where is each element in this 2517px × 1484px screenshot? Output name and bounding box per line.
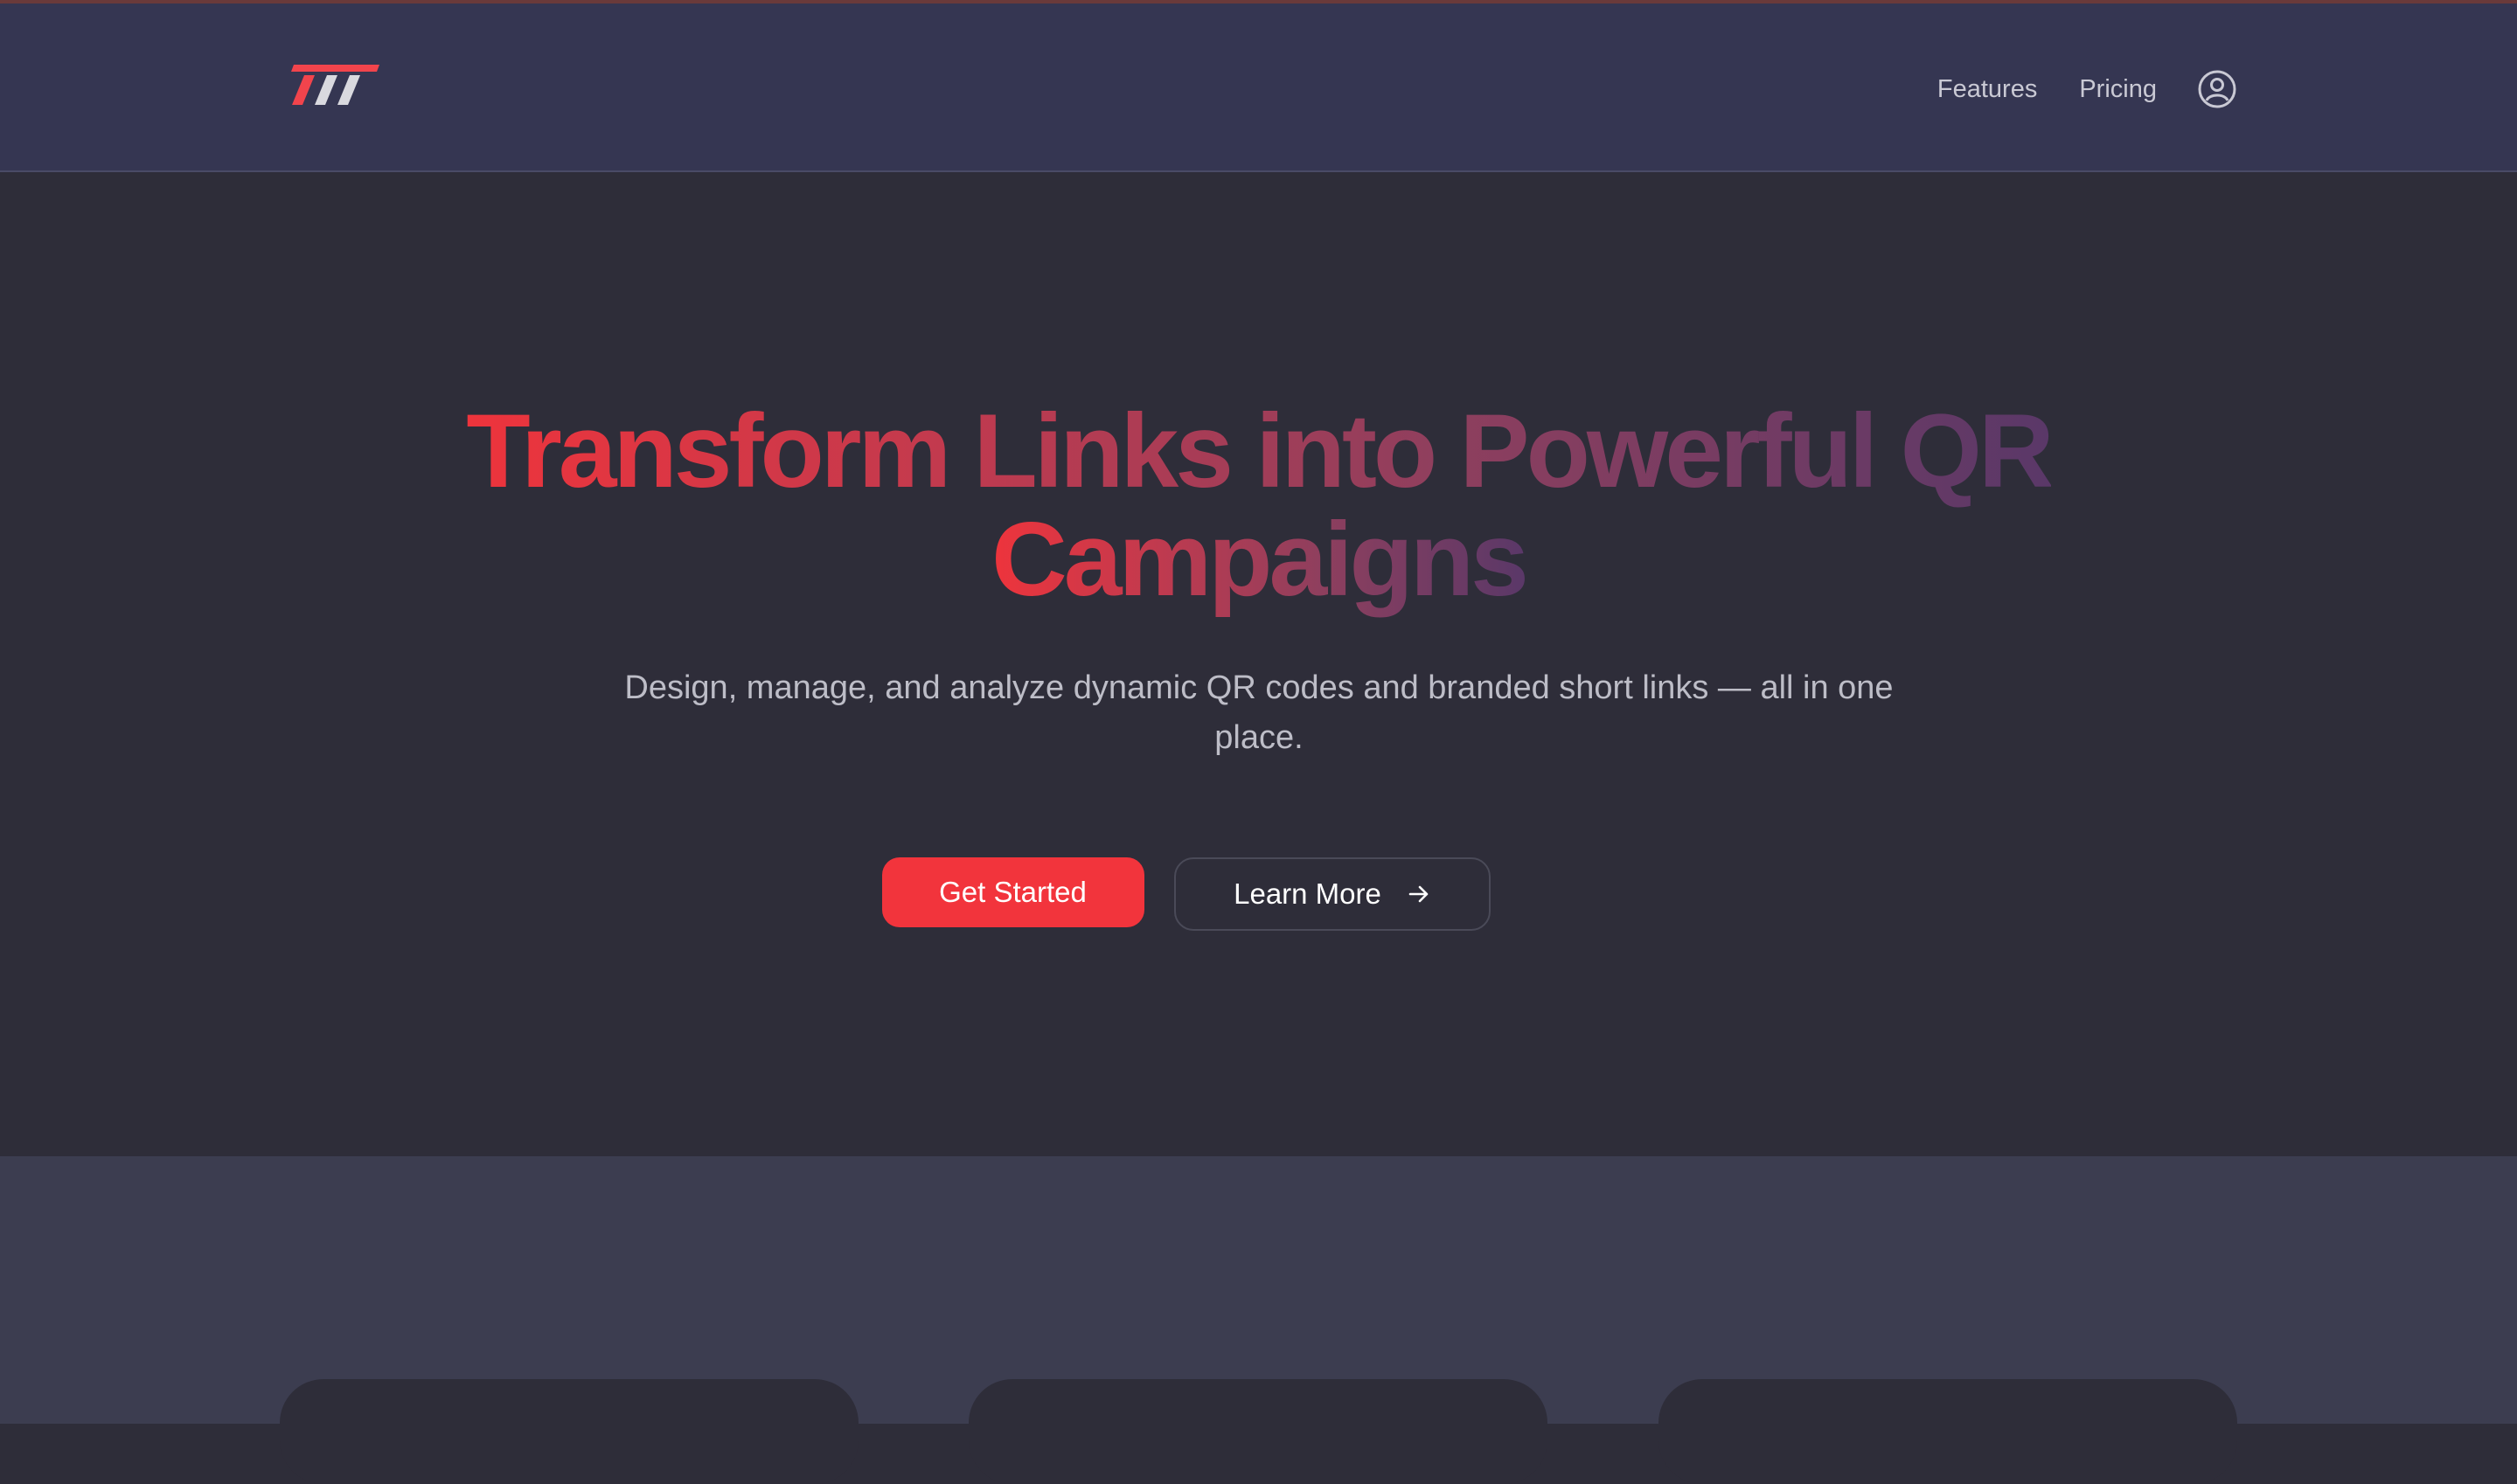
arrow-right-icon	[1408, 885, 1429, 903]
nav-links: Features Pricing	[1895, 63, 2237, 115]
nav-features-link[interactable]: Features	[1937, 75, 2037, 104]
features-section	[0, 1156, 2517, 1484]
feature-card	[280, 1379, 859, 1484]
account-button[interactable]	[2197, 69, 2237, 109]
feature-card	[969, 1379, 1547, 1484]
cta-row: Get Started Learn More	[0, 857, 2517, 931]
learn-more-label: Learn More	[1234, 877, 1381, 910]
hero-section: Transform Links into Powerful QR Campaig…	[0, 174, 2517, 1156]
logo[interactable]	[289, 65, 381, 112]
logo-stripes-icon	[291, 65, 379, 105]
hero-title-line-1: Transform Links into Powerful QR	[466, 392, 2054, 510]
nav-pricing-link[interactable]: Pricing	[2079, 75, 2157, 104]
feature-card	[1658, 1379, 2237, 1484]
navbar: Features Pricing	[0, 3, 2517, 172]
hero-title-line-2: Campaigns	[991, 501, 1529, 618]
get-started-button[interactable]: Get Started	[881, 857, 1144, 927]
hero-subtitle: Design, manage, and analyze dynamic QR c…	[624, 669, 1894, 756]
user-circle-icon	[2198, 70, 2236, 108]
hero-title: Transform Links into Powerful QR Campaig…	[0, 397, 2517, 614]
learn-more-button[interactable]: Learn More	[1173, 857, 1491, 931]
